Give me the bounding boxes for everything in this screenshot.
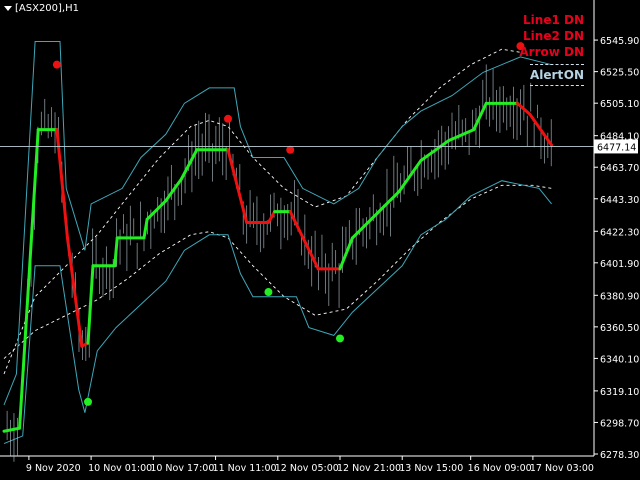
y-tick-label: 6525.50: [600, 68, 639, 79]
band-lines: [3, 41, 552, 445]
y-tick-label: 6545.90: [600, 36, 639, 47]
alert-value: ON: [563, 68, 584, 82]
y-axis: 6545.90 6525.50 6505.10 6484.10 6463.70 6443.…: [594, 36, 639, 461]
y-tick-label: 6298.70: [600, 418, 639, 429]
buy-signal-dot: [84, 397, 92, 406]
x-tick-label: 9 Nov 2020: [26, 463, 81, 474]
trend-segment: [86, 264, 95, 345]
y-tick-label: 6360.50: [600, 323, 639, 334]
trend-segment: [145, 199, 168, 221]
trend-segment: [375, 190, 401, 215]
signal-panel: Line1 DN Line2 DN Arrow DN Alert ON: [519, 12, 584, 86]
arrow-status: Arrow DN: [519, 45, 584, 59]
x-tick-label: 13 Nov 15:00: [399, 463, 463, 474]
sell-signal-dot: [286, 145, 295, 154]
current-price-label: 6477.14: [597, 142, 636, 153]
current-price-line: 6477.14: [0, 139, 638, 154]
x-tick-label: 10 Nov 17:00: [150, 463, 214, 474]
x-tick-label: 17 Nov 03:00: [530, 463, 594, 474]
y-tick-label: 6319.10: [600, 387, 639, 398]
trend-segment: [18, 128, 40, 430]
y-tick-label: 6380.90: [600, 291, 639, 302]
x-tick-label: 12 Nov 21:00: [337, 463, 401, 474]
buy-signal-dot: [336, 334, 344, 343]
line2-status: Line2 DN: [523, 29, 584, 43]
y-tick-label: 6401.90: [600, 259, 639, 270]
envelope-upper-line: [3, 48, 521, 375]
alert-label: Alert: [530, 68, 564, 82]
y-tick-label: 6484.10: [600, 132, 639, 143]
y-tick-label: 6340.10: [600, 354, 639, 365]
x-tick-label: 12 Nov 05:00: [275, 463, 339, 474]
x-tick-label: 10 Nov 01:00: [88, 463, 152, 474]
symbol-label[interactable]: [ASX200],H1: [4, 3, 79, 14]
trend-segment: [226, 148, 249, 224]
trend-segment: [288, 210, 320, 271]
sell-signal-dot: [52, 60, 61, 69]
line1-status: Line1 DN: [523, 13, 584, 27]
trend-segment: [142, 217, 149, 240]
buy-signal-dot: [264, 288, 273, 297]
alert-toggle[interactable]: Alert ON: [530, 64, 584, 86]
y-tick-label: 6505.10: [600, 99, 639, 110]
y-tick-label: 6422.30: [600, 227, 639, 238]
trend-segment: [179, 148, 199, 181]
x-tick-label: 16 Nov 09:00: [468, 463, 532, 474]
symbol-text: [ASX200],H1: [15, 3, 79, 14]
y-tick-label: 6278.30: [600, 450, 639, 461]
sell-signal-dot: [224, 114, 232, 123]
y-tick-label: 6463.70: [600, 163, 639, 174]
x-tick-label: 11 Nov 11:00: [213, 463, 277, 474]
trend-segment: [447, 128, 476, 142]
x-axis: 9 Nov 2020 10 Nov 01:0010 Nov 17:0011 Nov…: [26, 456, 594, 474]
y-tick-label: 6443.30: [600, 195, 639, 206]
chevron-down-icon[interactable]: [4, 5, 12, 11]
